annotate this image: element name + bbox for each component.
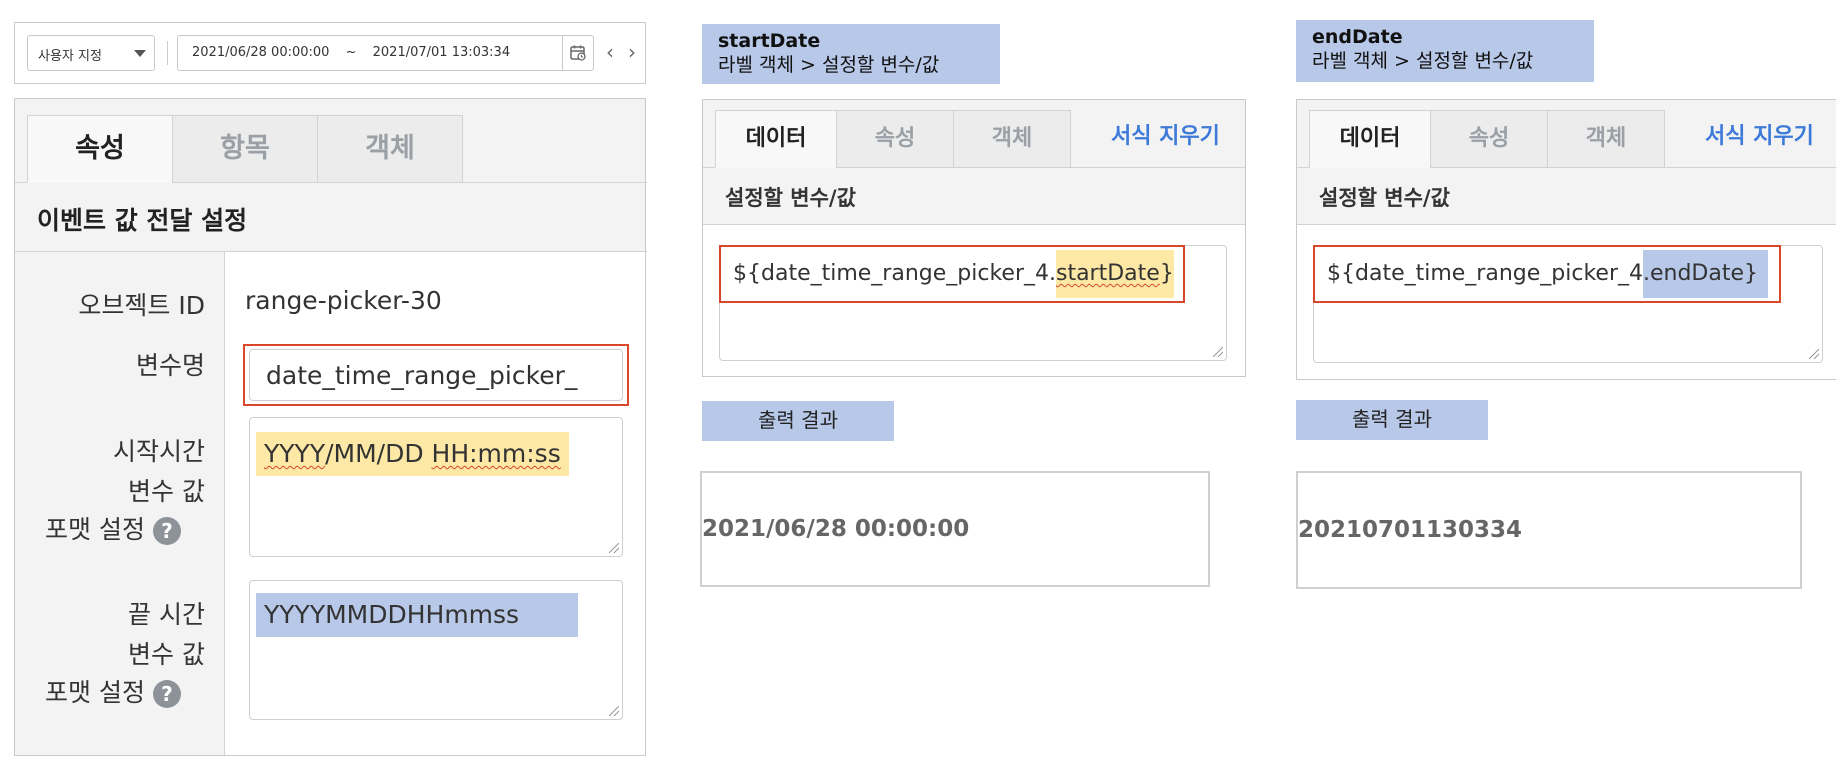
preset-label: 사용자 지정 [38,49,102,64]
start-output-box: 2021/06/28 00:00:00 [700,471,1210,587]
variable-name-value: date_time_range_picker_ [266,361,578,390]
start-expression-suffix: } [1159,261,1174,286]
editor-body: ${date_time_range_picker_4.endDate} [1297,224,1836,379]
editor-body: ${date_time_range_picker_4.startDate} [703,224,1245,376]
start-caption-path: 라벨 객체 > 설정할 변수/값 [718,54,940,76]
tab-objects[interactable]: 객체 [953,110,1071,168]
object-id-label: 오브젝트 ID [78,291,205,320]
variable-value-label: 설정할 변수/값 [1319,186,1450,210]
start-expression-dot: . [1048,261,1056,286]
end-expression-prefix: ${date_time_range_picker_4 [1327,261,1643,286]
end-format-label-line2: 변수 값 [128,640,205,669]
tab-properties[interactable]: 속성 [1430,110,1548,168]
start-caption: startDate 라벨 객체 > 설정할 변수/값 [702,24,1000,84]
range-end-value: 2021/07/01 13:03:34 [372,45,511,60]
section-title: 이벤트 값 전달 설정 [37,206,248,235]
object-id-value: range-picker-30 [245,286,442,315]
end-format-textarea[interactable]: YYYYMMDDHHmmss [249,580,623,720]
resize-grip-icon[interactable] [1213,347,1223,357]
resize-grip-icon[interactable] [609,706,619,716]
chevron-right-icon[interactable]: › [621,37,643,67]
tab-objects[interactable]: 객체 [317,115,463,183]
help-icon[interactable]: ? [152,680,181,708]
help-icon[interactable]: ? [152,517,181,545]
start-format-label-line1: 시작시간 [112,437,205,466]
end-expression-key: .endDate} [1642,250,1769,298]
clear-format-link[interactable]: 서식 지우기 [1705,118,1814,150]
tab-properties[interactable]: 속성 [27,115,173,183]
start-format-textarea[interactable]: YYYY/MM/DD HH:mm:ss [249,417,623,557]
calendar-button[interactable] [562,35,594,71]
tab-items[interactable]: 항목 [172,115,318,183]
start-format-label-line3: 포맷 설정? [45,510,181,546]
end-format-label-line1: 끝 시간 [128,600,205,629]
variable-name-label: 변수명 [135,351,205,380]
tab-objects[interactable]: 객체 [1547,110,1665,168]
start-format-year: YYYY [264,439,326,468]
clear-format-link[interactable]: 서식 지우기 [1111,118,1220,150]
end-caption-path: 라벨 객체 > 설정할 변수/값 [1312,50,1534,72]
end-output-value: 20210701130334 [1298,517,1523,543]
start-caption-title: startDate [718,30,821,52]
variable-name-input[interactable]: date_time_range_picker_ [249,349,623,401]
start-label-editor: 데이터 속성 객체 서식 지우기 설정할 변수/값 ${date_time_ra… [702,99,1246,377]
start-expression-callout: ${date_time_range_picker_4.startDate} [719,245,1185,303]
range-start-value: 2021/06/28 00:00:00 [192,45,330,60]
chevron-down-icon [134,50,146,57]
chevron-left-icon[interactable]: ‹ [599,37,621,67]
start-expression-prefix: ${date_time_range_picker_4 [733,261,1049,286]
start-format-time: HH:mm:ss [431,439,561,468]
start-format-label-line2: 변수 값 [128,477,205,506]
start-format-value: YYYY/MM/DD HH:mm:ss [256,432,569,476]
start-expression-key-text: startDate [1055,261,1160,286]
end-format-value: YYYYMMDDHHmmss [256,593,578,637]
start-expression-key: startDate} [1055,250,1174,298]
resize-grip-icon[interactable] [609,543,619,553]
range-separator: ~ [345,45,357,60]
end-caption-title: endDate [1312,26,1403,48]
end-label-editor: 데이터 속성 객체 서식 지우기 설정할 변수/값 ${date_time_ra… [1296,99,1836,380]
tab-properties[interactable]: 속성 [836,110,954,168]
tab-data[interactable]: 데이터 [1309,110,1431,168]
start-output-value: 2021/06/28 00:00:00 [702,516,970,542]
end-output-caption: 출력 결과 [1296,400,1488,440]
date-range-input[interactable]: 2021/06/28 00:00:00 ~ 2021/07/01 13:03:3… [177,35,563,71]
end-caption: endDate 라벨 객체 > 설정할 변수/값 [1296,20,1594,82]
start-format-date: /MM/DD [325,439,432,468]
end-format-label-line3: 포맷 설정? [45,673,181,709]
resize-grip-icon[interactable] [1809,349,1819,359]
end-expression-callout: ${date_time_range_picker_4.endDate} [1313,245,1781,303]
calendar-icon [570,45,586,61]
date-range-picker-bar: 사용자 지정 2021/06/28 00:00:00 ~ 2021/07/01 … [14,22,646,84]
divider [167,41,168,65]
variable-value-label: 설정할 변수/값 [725,186,856,210]
start-format-setting-text: 포맷 설정 [45,515,145,544]
property-panel: 속성 항목 객체 이벤트 값 전달 설정 오브젝트 ID range-picke… [14,98,647,756]
end-output-box: 20210701130334 [1296,471,1802,589]
preset-select[interactable]: 사용자 지정 [27,35,155,71]
property-form: 오브젝트 ID range-picker-30 변수명 date_time_ra… [15,252,645,755]
tab-data[interactable]: 데이터 [715,110,837,168]
end-format-setting-text: 포맷 설정 [45,678,145,707]
start-output-caption: 출력 결과 [702,401,894,441]
